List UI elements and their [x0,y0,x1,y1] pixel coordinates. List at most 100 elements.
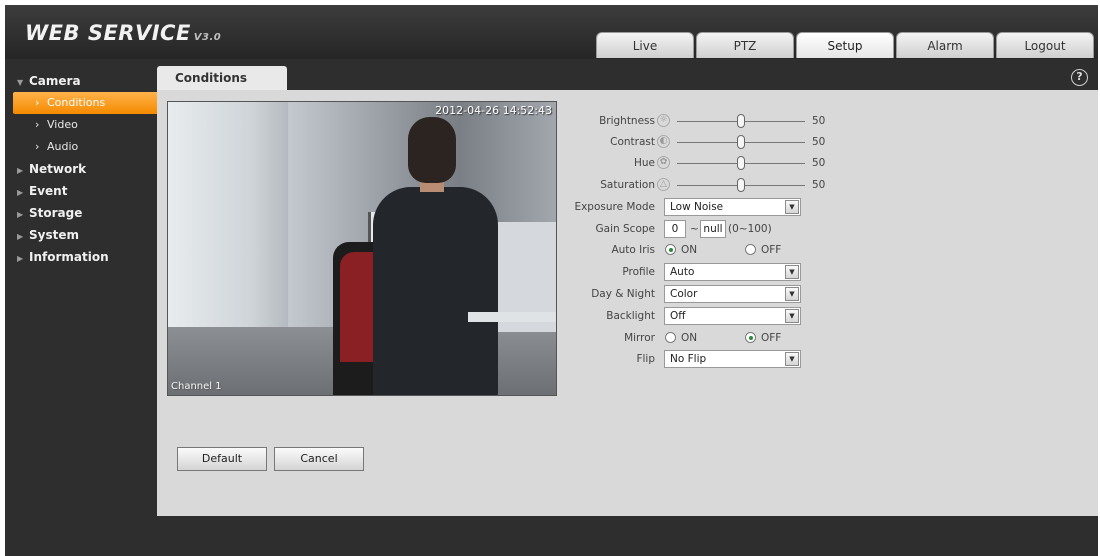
default-button[interactable]: Default [177,447,267,471]
contrast-icon: ◐ [657,135,670,148]
contrast-slider-thumb[interactable] [737,135,745,149]
palette-icon: ✿ [657,156,670,169]
mirror-on-label: ON [681,332,698,344]
triangle-down-icon: ▼ [17,78,24,87]
saturation-slider[interactable] [677,178,805,192]
exposure-mode-label: Exposure Mode [574,201,655,213]
sidebar-item-label: System [29,228,79,242]
chevron-right-icon: › [35,96,40,109]
cancel-button[interactable]: Cancel [274,447,364,471]
brightness-slider-thumb[interactable] [737,114,745,128]
saturation-label: Saturation [600,179,655,191]
tab-live[interactable]: Live [596,32,694,58]
sidebar-item-label: Network [29,162,87,176]
osd-timestamp: 2012-04-26 14:52:43 [435,104,552,117]
contrast-label: Contrast [610,136,655,148]
flip-value: No Flip [670,353,707,365]
flip-select[interactable]: No Flip ▼ [664,350,801,368]
tab-setup[interactable]: Setup [796,32,894,58]
sidebar-subitem-label: Conditions [47,96,106,109]
logo-version: V3.0 [193,32,222,43]
mirror-on-radio[interactable] [665,332,676,343]
brightness-slider[interactable] [677,114,805,128]
sidebar-item-label: Information [29,250,109,264]
scene-table [468,312,556,322]
day-night-label: Day & Night [591,288,655,300]
backlight-value: Off [670,310,686,322]
chevron-down-icon[interactable]: ▼ [785,200,799,214]
auto-iris-on-label: ON [681,244,698,256]
backlight-label: Backlight [606,310,655,322]
brightness-value: 50 [812,115,826,127]
content-panel: Conditions ? 2012-04-26 14:52:43 Channel… [157,66,1098,516]
scene-person-head [408,117,456,183]
content-tab-bar: Conditions ? [157,66,1098,90]
tab-logout[interactable]: Logout [996,32,1094,58]
day-night-select[interactable]: Color ▼ [664,285,801,303]
app-window: WEB SERVICE V3.0 Live PTZ Setup Alarm Log… [5,5,1098,556]
gain-separator: ~ [690,223,699,235]
contrast-value: 50 [812,136,826,148]
osd-channel: Channel 1 [171,381,222,392]
sidebar: ▼ Camera › Conditions › Video › Audio ▶ Netwo… [13,70,163,268]
auto-iris-off-radio[interactable] [745,244,756,255]
triangle-right-icon: ▶ [17,254,24,263]
sidebar-item-storage[interactable]: ▶ Storage [13,202,163,224]
hue-value: 50 [812,157,826,169]
gain-min-input[interactable]: 0 [664,220,686,238]
sidebar-subitem-video[interactable]: › Video [13,114,163,136]
chevron-down-icon[interactable]: ▼ [785,287,799,301]
sidebar-item-camera[interactable]: ▼ Camera [13,70,163,92]
scene-person [373,187,498,395]
auto-iris-off-label: OFF [761,244,782,256]
profile-label: Profile [622,266,655,278]
hue-slider[interactable] [677,156,805,170]
profile-select[interactable]: Auto ▼ [664,263,801,281]
sidebar-subitem-label: Audio [47,140,79,153]
mirror-off-radio[interactable] [745,332,756,343]
chevron-down-icon[interactable]: ▼ [785,352,799,366]
triangle-right-icon: ▶ [17,188,24,197]
help-icon[interactable]: ? [1071,69,1088,86]
saturation-value: 50 [812,179,826,191]
mirror-off-label: OFF [761,332,782,344]
tab-conditions[interactable]: Conditions [157,66,287,90]
gain-range-hint: (0~100) [728,223,772,235]
gain-max-input[interactable]: null [700,220,726,238]
sidebar-subitem-audio[interactable]: › Audio [13,136,163,158]
logo: WEB SERVICE V3.0 [25,21,221,45]
day-night-value: Color [670,288,698,300]
backlight-select[interactable]: Off ▼ [664,307,801,325]
sun-icon: ☼ [657,114,670,127]
hue-label: Hue [633,157,655,169]
exposure-mode-select[interactable]: Low Noise ▼ [664,198,801,216]
triangle-right-icon: ▶ [17,166,24,175]
sidebar-item-system[interactable]: ▶ System [13,224,163,246]
tab-alarm[interactable]: Alarm [896,32,994,58]
sidebar-item-event[interactable]: ▶ Event [13,180,163,202]
logo-text: WEB SERVICE [25,21,191,45]
chevron-right-icon: › [35,140,40,153]
flip-label: Flip [636,353,655,365]
sidebar-subitem-label: Video [47,118,78,131]
hue-slider-thumb[interactable] [737,156,745,170]
sidebar-item-label: Storage [29,206,83,220]
triangle-right-icon: ▶ [17,210,24,219]
sidebar-subitem-conditions[interactable]: › Conditions [13,92,160,114]
chevron-down-icon[interactable]: ▼ [785,309,799,323]
exposure-mode-value: Low Noise [670,201,724,213]
sidebar-item-information[interactable]: ▶ Information [13,246,163,268]
auto-iris-label: Auto Iris [611,244,655,256]
header-bar: WEB SERVICE V3.0 Live PTZ Setup Alarm Log… [5,5,1098,59]
contrast-slider[interactable] [677,135,805,149]
chevron-down-icon[interactable]: ▼ [785,265,799,279]
saturation-icon: △ [657,178,670,191]
chevron-right-icon: › [35,118,40,131]
sidebar-item-label: Event [29,184,68,198]
saturation-slider-thumb[interactable] [737,178,745,192]
video-preview: 2012-04-26 14:52:43 Channel 1 [167,101,557,396]
auto-iris-on-radio[interactable] [665,244,676,255]
triangle-right-icon: ▶ [17,232,24,241]
sidebar-item-network[interactable]: ▶ Network [13,158,163,180]
tab-ptz[interactable]: PTZ [696,32,794,58]
